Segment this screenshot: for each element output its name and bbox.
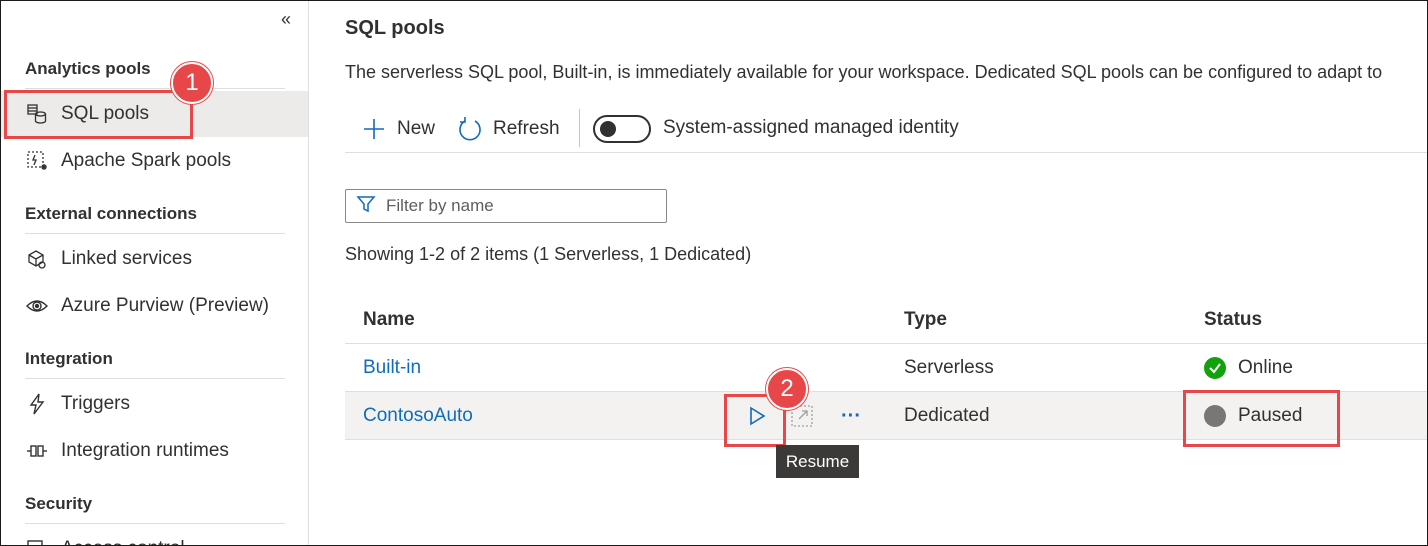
- section-heading-analytics-pools: Analytics pools: [25, 59, 151, 78]
- section-heading-security: Security: [25, 494, 93, 513]
- pool-name-link[interactable]: Built-in: [363, 357, 421, 379]
- page-description: The serverless SQL pool, Built-in, is im…: [345, 62, 1383, 82]
- column-header-type[interactable]: Type: [904, 309, 947, 331]
- sidebar: « Analytics pools SQL pools Apache Spark…: [1, 1, 309, 545]
- main-content: SQL pools The serverless SQL pool, Built…: [310, 1, 1427, 545]
- app-window: « Analytics pools SQL pools Apache Spark…: [0, 0, 1428, 546]
- plus-icon: [361, 116, 387, 142]
- access-control-icon: [25, 537, 49, 545]
- online-check-icon: [1204, 357, 1226, 379]
- status-text: Paused: [1238, 405, 1303, 426]
- linked-services-icon: [25, 247, 49, 271]
- sidebar-item-label: Linked services: [61, 248, 192, 269]
- filter-box[interactable]: [345, 189, 667, 223]
- lightning-icon: [25, 392, 49, 416]
- sidebar-item-triggers[interactable]: Triggers: [1, 381, 308, 427]
- refresh-icon: [457, 116, 483, 142]
- collapse-sidebar-icon[interactable]: «: [281, 9, 291, 30]
- toolbar-divider: [579, 109, 580, 147]
- sidebar-item-label: Triggers: [61, 393, 130, 414]
- page-title: SQL pools: [345, 17, 445, 39]
- purview-icon: [25, 294, 49, 318]
- sidebar-item-label: Access control: [61, 538, 185, 545]
- section-heading-external-connections: External connections: [25, 204, 197, 223]
- spark-pool-icon: [25, 149, 49, 173]
- column-header-status[interactable]: Status: [1204, 309, 1262, 331]
- refresh-button[interactable]: Refresh: [457, 113, 560, 145]
- items-count-text: Showing 1-2 of 2 items (1 Serverless, 1 …: [345, 244, 752, 264]
- resume-button[interactable]: [741, 400, 773, 432]
- section-heading-integration: Integration: [25, 349, 113, 368]
- pool-status: Online: [1204, 357, 1293, 379]
- status-text: Online: [1238, 357, 1293, 378]
- resume-tooltip: Resume: [776, 445, 859, 478]
- command-bar: New Refresh System-assigned managed iden…: [345, 107, 1427, 153]
- new-label: New: [397, 118, 436, 139]
- pool-type: Serverless: [904, 357, 994, 378]
- sidebar-item-spark-pools[interactable]: Apache Spark pools: [1, 138, 308, 184]
- sidebar-item-integration-runtimes[interactable]: Integration runtimes: [1, 428, 308, 474]
- callout-badge-1: 1: [171, 62, 213, 104]
- callout-badge-2: 2: [766, 368, 808, 410]
- column-header-name[interactable]: Name: [363, 309, 415, 331]
- divider: [25, 88, 285, 89]
- paused-status-icon: [1204, 405, 1226, 427]
- managed-identity-toggle-label: System-assigned managed identity: [663, 117, 959, 138]
- table-row[interactable]: ContosoAuto ··· Dedicated Paused: [345, 392, 1427, 440]
- sidebar-item-label: Integration runtimes: [61, 440, 229, 461]
- sidebar-item-linked-services[interactable]: Linked services: [1, 236, 308, 282]
- pool-status: Paused: [1204, 405, 1302, 427]
- integration-runtime-icon: [25, 439, 49, 463]
- filter-icon: [356, 194, 386, 219]
- more-actions-button[interactable]: ···: [835, 400, 867, 432]
- new-button[interactable]: New: [361, 113, 435, 145]
- table-header: Name Type Status: [345, 296, 1427, 344]
- refresh-label: Refresh: [493, 118, 560, 139]
- managed-identity-toggle[interactable]: [593, 115, 651, 143]
- sidebar-item-access-control[interactable]: Access control: [1, 526, 308, 545]
- pool-type: Dedicated: [904, 405, 990, 426]
- sidebar-item-sql-pools[interactable]: SQL pools: [1, 91, 308, 137]
- pool-name-link[interactable]: ContosoAuto: [363, 405, 473, 427]
- sidebar-item-azure-purview[interactable]: Azure Purview (Preview): [1, 283, 308, 329]
- table-row[interactable]: Built-in Serverless Online: [345, 344, 1427, 392]
- toggle-knob: [600, 121, 616, 137]
- sql-pool-icon: [25, 102, 49, 126]
- sidebar-item-label: SQL pools: [61, 103, 150, 124]
- divider: [25, 523, 285, 524]
- filter-input[interactable]: [386, 196, 646, 216]
- divider: [25, 233, 285, 234]
- divider: [25, 378, 285, 379]
- sidebar-item-label: Apache Spark pools: [61, 150, 232, 171]
- sidebar-item-label: Azure Purview (Preview): [61, 295, 269, 316]
